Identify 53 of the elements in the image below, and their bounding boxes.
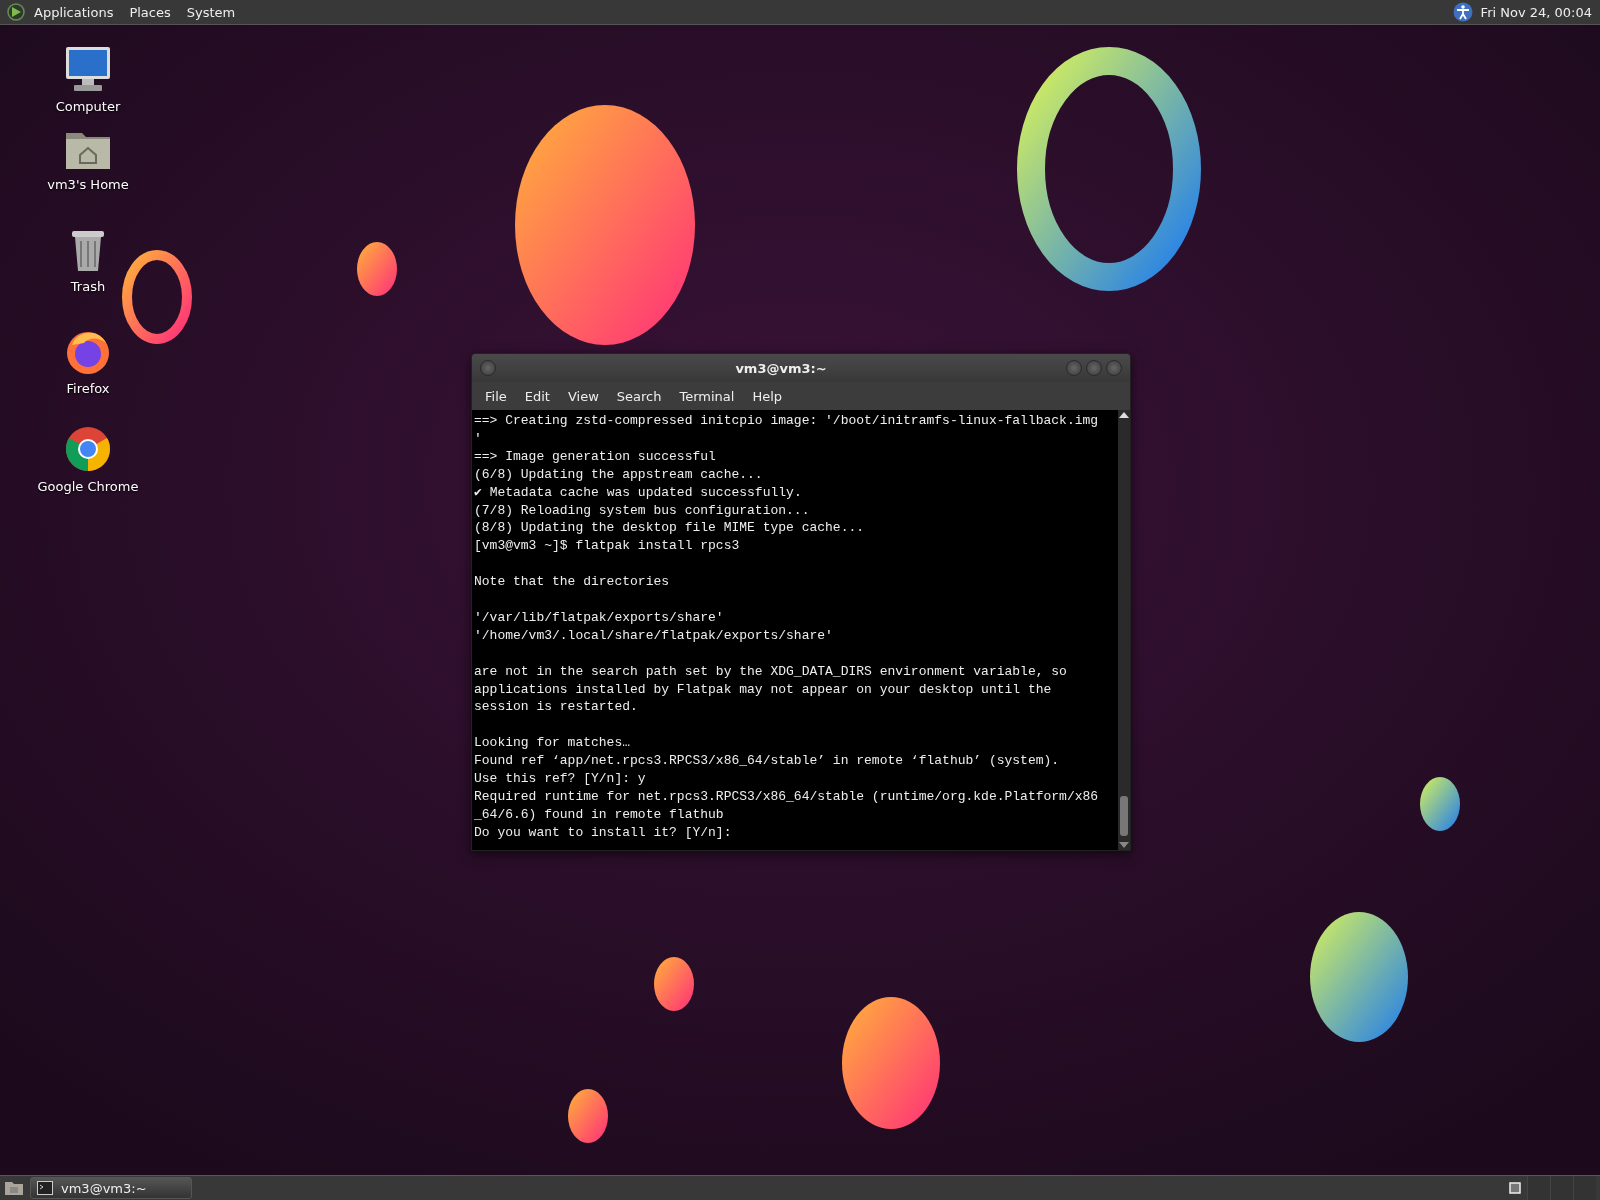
terminal-line: ==> Creating zstd-compressed initcpio image: '/boot/initramfs-linux-fallback.img — [474, 412, 1100, 430]
terminal-line: (6/8) Updating the appstream cache... — [474, 465, 764, 484]
terminal-line: ==> Image generation successful — [474, 447, 717, 466]
terminal-line: Looking for matches… — [474, 734, 632, 753]
menu-item[interactable]: Search — [607, 388, 671, 404]
logo-icon[interactable] — [6, 2, 26, 22]
workspace-switcher[interactable] — [1527, 1176, 1596, 1200]
clock[interactable]: Fri Nov 24, 00:04 — [1472, 4, 1600, 20]
desktop-icon-label[interactable]: Trash — [70, 279, 106, 294]
menu-item[interactable]: View — [558, 388, 608, 404]
minimize-button[interactable] — [1066, 360, 1082, 376]
panel-menu[interactable]: System — [178, 4, 244, 20]
scroll-down-icon[interactable] — [1119, 842, 1129, 848]
taskbar-button[interactable]: vm3@vm3:~ — [30, 1177, 192, 1199]
terminal-line: session is restarted. — [474, 698, 639, 717]
maximize-button[interactable] — [1086, 360, 1102, 376]
terminal-line: (8/8) Updating the desktop file MIME type cache... — [474, 519, 866, 538]
terminal-line: are not in the search path set by the XDG_DATA_DIRS environment variable, so — [474, 662, 1068, 681]
scrollbar[interactable] — [1118, 410, 1130, 850]
close-button[interactable] — [1106, 360, 1122, 376]
terminal-line: applications installed by Flatpak may not appear on your desktop until the — [474, 680, 1053, 699]
desktop-icon-label[interactable]: vm3's Home — [47, 177, 129, 192]
scrollbar-thumb[interactable] — [1120, 796, 1128, 836]
terminal-icon — [37, 1181, 53, 1195]
menu-item[interactable]: Edit — [515, 388, 559, 404]
menu-item[interactable]: Terminal — [670, 388, 744, 404]
terminal-line: ✔ Metadata cache was updated successfully. — [474, 483, 803, 502]
terminal-line: (7/8) Reloading system bus configuration... — [474, 501, 811, 520]
chrome-icon — [64, 425, 112, 473]
terminal-line: Note that the directories — [474, 573, 671, 592]
terminal-line: [vm3@vm3 ~]$ flatpak install rpcs3 — [474, 537, 741, 556]
terminal-line: Do you want to install it? [Y/n]: — [474, 823, 733, 842]
monitor-icon — [64, 45, 112, 93]
terminal-line: _64/6.6) found in remote flathub — [474, 805, 725, 824]
terminal-line: ' — [474, 429, 483, 448]
desktop-icon-label[interactable]: Firefox — [66, 381, 110, 396]
window-title: vm3@vm3:~ — [734, 360, 828, 376]
panel-menu[interactable]: Places — [121, 4, 179, 20]
menu-item[interactable]: File — [476, 388, 516, 404]
menu-item[interactable]: Help — [743, 388, 792, 404]
terminal-line: Found ref ‘app/net.rpcs3.RPCS3/x86_64/stable’ in remote ‘flathub’ (system). — [474, 752, 1061, 771]
terminal-line: Use this ref? [Y/n]: y — [474, 770, 647, 788]
accessibility-icon[interactable] — [1452, 2, 1473, 22]
panel-menu[interactable]: Applications — [26, 4, 122, 20]
desktop-icon-label[interactable]: Google Chrome — [37, 479, 139, 494]
square-icon[interactable] — [1509, 1182, 1521, 1194]
terminal-line: '/var/lib/flatpak/exports/share' — [474, 608, 725, 627]
terminal-line: Required runtime for net.rpcs3.RPCS3/x86_64/stable (runtime/org.kde.Platform/x86 — [474, 787, 1100, 806]
terminal-line: '/home/vm3/.local/share/flatpak/exports/share' — [474, 626, 834, 645]
desktop-icon-label[interactable]: Computer — [55, 99, 121, 114]
window-menu-button[interactable] — [480, 360, 496, 376]
scroll-up-icon[interactable] — [1119, 412, 1129, 418]
show-desktop-icon[interactable] — [4, 1180, 24, 1196]
